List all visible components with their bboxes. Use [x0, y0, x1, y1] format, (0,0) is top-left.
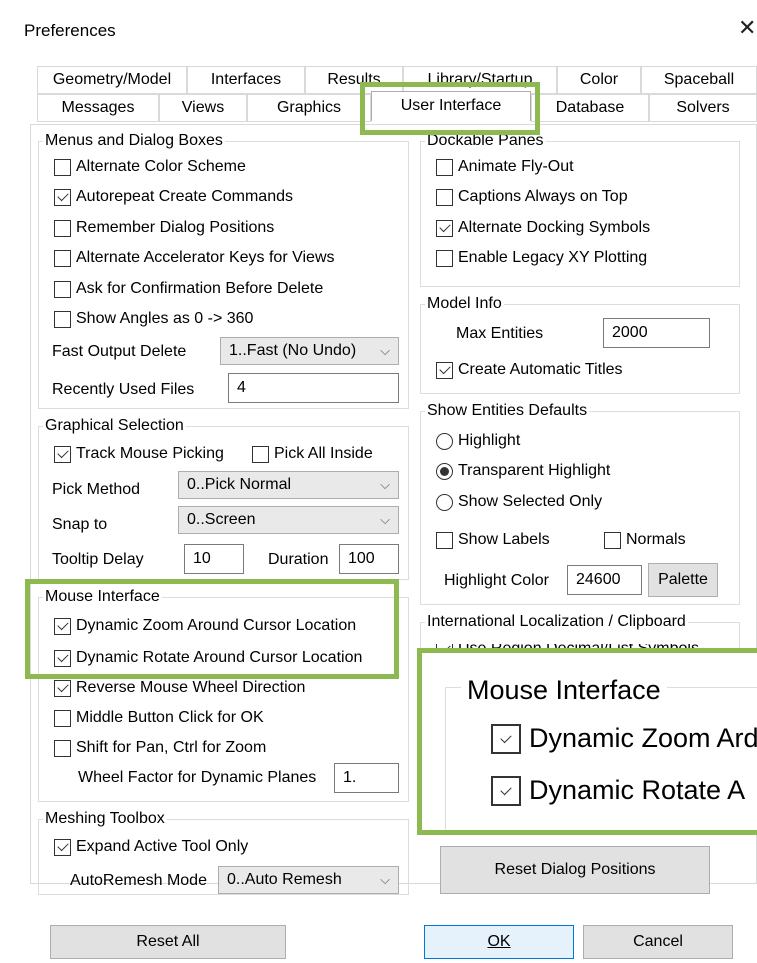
group-title: Meshing Toolbox: [43, 809, 167, 829]
pick-method-label: Pick Method: [52, 481, 141, 498]
tab-user-interface[interactable]: User Interface: [371, 91, 531, 121]
radio-button[interactable]: [436, 462, 453, 480]
fast-output-delete-select[interactable]: 1..Fast (No Undo) ⌵: [220, 337, 399, 365]
radio-button[interactable]: [436, 432, 453, 450]
radio-highlight[interactable]: Highlight: [436, 431, 520, 451]
chevron-down-icon: ⌵: [380, 512, 390, 527]
option-pick-all-inside[interactable]: Pick All Inside: [252, 444, 373, 464]
option-show-angles[interactable]: Show Angles as 0 -> 360: [54, 309, 253, 329]
checkbox[interactable]: [436, 249, 453, 267]
option-captions-on-top[interactable]: Captions Always on Top: [436, 187, 628, 207]
option-ask-confirmation-delete[interactable]: Ask for Confirmation Before Delete: [54, 279, 323, 299]
option-remember-dialog-positions[interactable]: Remember Dialog Positions: [54, 218, 274, 238]
chevron-down-icon: ⌵: [380, 343, 390, 358]
option-track-mouse-picking[interactable]: Track Mouse Picking: [54, 444, 224, 464]
chevron-down-icon: ⌵: [380, 872, 390, 887]
recently-used-files-input[interactable]: 4: [228, 373, 399, 403]
reset-all-button[interactable]: Reset All: [50, 925, 286, 959]
checkbox[interactable]: [54, 838, 71, 856]
option-expand-active-tool[interactable]: Expand Active Tool Only: [54, 837, 248, 857]
option-middle-button-ok[interactable]: Middle Button Click for OK: [54, 708, 264, 728]
snap-to-label: Snap to: [52, 516, 108, 533]
chevron-down-icon: ⌵: [380, 477, 390, 492]
fast-output-delete-label: Fast Output Delete: [52, 343, 187, 360]
tab-interfaces[interactable]: Interfaces: [187, 66, 305, 94]
option-animate-fly-out[interactable]: Animate Fly-Out: [436, 157, 574, 177]
duration-label: Duration: [268, 551, 329, 568]
tab-views[interactable]: Views: [159, 94, 247, 122]
tab-geometry-model[interactable]: Geometry/Model: [37, 66, 187, 94]
option-alternate-docking-symbols[interactable]: Alternate Docking Symbols: [436, 218, 650, 238]
tab-graphics[interactable]: Graphics: [247, 94, 371, 122]
tab-database[interactable]: Database: [531, 94, 649, 122]
group-title: Model Info: [425, 294, 504, 314]
checkbox[interactable]: [54, 280, 71, 298]
radio-button[interactable]: [436, 493, 453, 511]
close-icon[interactable]: ✕: [738, 16, 756, 41]
group-title: Menus and Dialog Boxes: [43, 131, 225, 151]
checkbox[interactable]: [604, 531, 621, 549]
menus-dialog-group: Menus and Dialog Boxes: [38, 131, 409, 409]
option-normals[interactable]: Normals: [604, 530, 686, 550]
checkbox[interactable]: [54, 739, 71, 757]
checkbox[interactable]: [54, 158, 71, 176]
checkbox[interactable]: [54, 219, 71, 237]
snap-to-select[interactable]: 0..Screen ⌵: [178, 506, 399, 534]
pick-method-select[interactable]: 0..Pick Normal ⌵: [178, 471, 399, 499]
tab-color[interactable]: Color: [557, 66, 641, 94]
wheel-factor-label: Wheel Factor for Dynamic Planes: [78, 769, 317, 786]
recently-used-files-label: Recently Used Files: [52, 381, 195, 398]
option-shift-pan-ctrl-zoom[interactable]: Shift for Pan, Ctrl for Zoom: [54, 738, 266, 758]
option-create-automatic-titles[interactable]: Create Automatic Titles: [436, 360, 623, 380]
highlight-zoom-callout: [417, 648, 757, 835]
option-reverse-mouse-wheel[interactable]: Reverse Mouse Wheel Direction: [54, 678, 305, 698]
checkbox[interactable]: [54, 249, 71, 267]
checkbox[interactable]: [436, 361, 453, 379]
checkbox[interactable]: [54, 709, 71, 727]
duration-input[interactable]: 100: [339, 544, 399, 574]
tooltip-delay-input[interactable]: 10: [184, 544, 244, 574]
group-title: Show Entities Defaults: [425, 401, 590, 421]
checkbox[interactable]: [436, 531, 453, 549]
group-title: Graphical Selection: [43, 416, 186, 436]
option-alternate-color-scheme[interactable]: Alternate Color Scheme: [54, 157, 246, 177]
checkbox[interactable]: [54, 310, 71, 328]
highlight-color-input[interactable]: 24600: [567, 565, 642, 595]
checkbox[interactable]: [54, 445, 71, 463]
tab-solvers[interactable]: Solvers: [649, 94, 757, 122]
max-entities-input[interactable]: 2000: [603, 318, 710, 348]
checkbox[interactable]: [252, 445, 269, 463]
highlight-mouse-interface: [25, 579, 399, 679]
checkbox[interactable]: [436, 158, 453, 176]
radio-transparent-highlight[interactable]: Transparent Highlight: [436, 461, 610, 481]
checkbox[interactable]: [436, 219, 453, 237]
autoremesh-mode-label: AutoRemesh Mode: [70, 872, 207, 889]
group-title: International Localization / Clipboard: [425, 612, 688, 632]
checkbox[interactable]: [436, 188, 453, 206]
option-alternate-accelerator-keys[interactable]: Alternate Accelerator Keys for Views: [54, 248, 335, 268]
wheel-factor-input[interactable]: 1.: [334, 763, 399, 793]
tab-spaceball[interactable]: Spaceball: [641, 66, 757, 94]
checkbox[interactable]: [54, 188, 71, 206]
option-autorepeat-create[interactable]: Autorepeat Create Commands: [54, 187, 293, 207]
tab-messages[interactable]: Messages: [37, 94, 159, 122]
window-title: Preferences: [24, 21, 116, 40]
reset-dialog-positions-button[interactable]: Reset Dialog Positions: [440, 846, 710, 894]
max-entities-label: Max Entities: [456, 325, 544, 342]
autoremesh-mode-select[interactable]: 0..Auto Remesh ⌵: [218, 866, 399, 894]
cancel-button[interactable]: Cancel: [583, 925, 733, 959]
tooltip-delay-label: Tooltip Delay: [52, 551, 144, 568]
option-show-labels[interactable]: Show Labels: [436, 530, 550, 550]
checkbox[interactable]: [54, 679, 71, 697]
ok-button[interactable]: OK: [424, 925, 574, 959]
radio-show-selected-only[interactable]: Show Selected Only: [436, 492, 602, 512]
highlight-color-label: Highlight Color: [444, 572, 549, 589]
palette-button[interactable]: Palette: [648, 563, 718, 597]
option-legacy-xy-plotting[interactable]: Enable Legacy XY Plotting: [436, 248, 647, 268]
